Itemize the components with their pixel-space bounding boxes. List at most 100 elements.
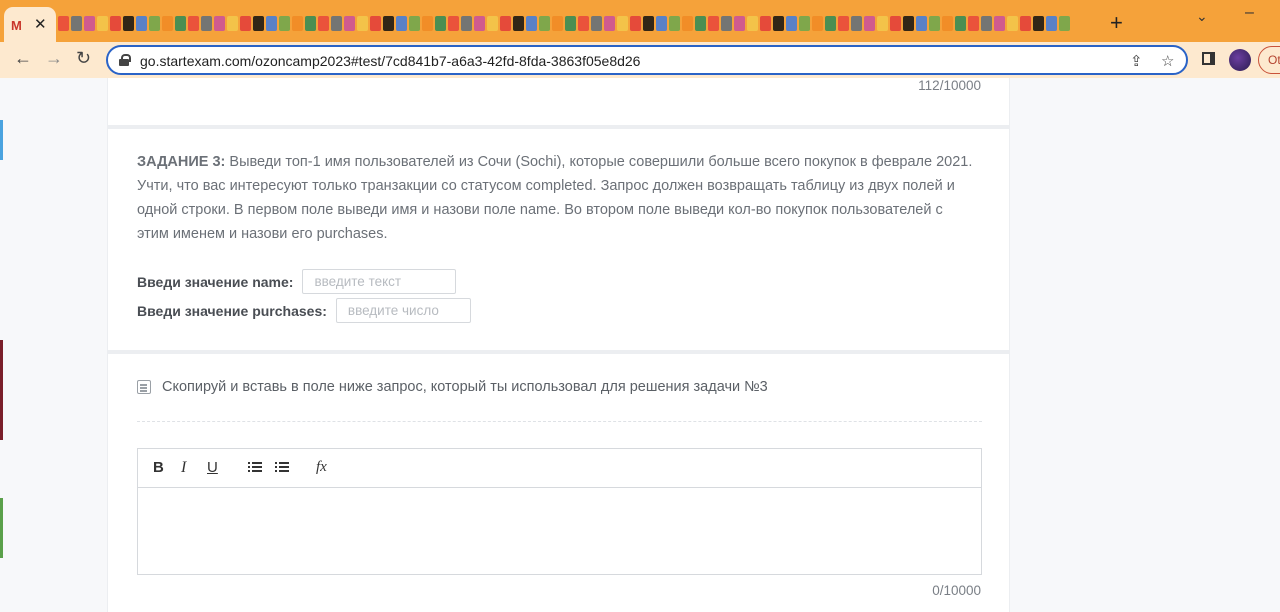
tab-favicon-icon[interactable] [435,16,446,31]
tab-favicon-icon[interactable] [760,16,771,31]
tab-favicon-icon[interactable] [383,16,394,31]
tab-favicon-icon[interactable] [981,16,992,31]
close-tab-icon[interactable]: ✕ [34,15,47,33]
tab-favicon-icon[interactable] [851,16,862,31]
tab-favicon-icon[interactable] [643,16,654,31]
tab-favicon-icon[interactable] [1059,16,1070,31]
tab-favicon-icon[interactable] [747,16,758,31]
tab-favicon-icon[interactable] [487,16,498,31]
tab-favicon-icon[interactable] [188,16,199,31]
tab-favicon-icon[interactable] [591,16,602,31]
tab-favicon-icon[interactable] [669,16,680,31]
tab-favicon-icon[interactable] [97,16,108,31]
tab-favicon-icon[interactable] [214,16,225,31]
tab-favicon-icon[interactable] [903,16,914,31]
tab-favicon-icon[interactable] [565,16,576,31]
lock-icon[interactable] [119,54,131,66]
bullet-list-button[interactable] [275,461,289,473]
tab-favicon-icon[interactable] [461,16,472,31]
tab-favicon-icon[interactable] [266,16,277,31]
minimize-icon[interactable]: – [1245,4,1254,22]
tab-favicon-icon[interactable] [331,16,342,31]
tab-favicon-icon[interactable] [162,16,173,31]
tab-favicon-icon[interactable] [916,16,927,31]
tab-favicon-icon[interactable] [84,16,95,31]
tab-favicon-icon[interactable] [240,16,251,31]
tab-favicon-icon[interactable] [526,16,537,31]
tab-favicon-icon[interactable] [279,16,290,31]
tab-favicon-icon[interactable] [1007,16,1018,31]
editor-text-area[interactable] [138,488,981,574]
tab-favicon-icon[interactable] [890,16,901,31]
tab-favicon-icon[interactable] [799,16,810,31]
formula-button[interactable]: fx [316,459,327,476]
underline-button[interactable]: U [207,459,218,476]
tab-favicon-icon[interactable] [994,16,1005,31]
forward-arrow-icon[interactable]: → [45,48,63,69]
pinned-tabs-favicons[interactable] [58,16,1070,32]
tab-favicon-icon[interactable] [448,16,459,31]
new-tab-icon[interactable]: + [1110,10,1123,36]
extension-button[interactable]: Ot [1258,46,1280,74]
tab-favicon-icon[interactable] [136,16,147,31]
tab-favicon-icon[interactable] [708,16,719,31]
active-tab[interactable]: M ✕ [4,7,56,42]
tab-favicon-icon[interactable] [929,16,940,31]
tab-favicon-icon[interactable] [838,16,849,31]
tab-favicon-icon[interactable] [539,16,550,31]
tab-favicon-icon[interactable] [201,16,212,31]
italic-button[interactable]: I [181,459,186,477]
tab-favicon-icon[interactable] [734,16,745,31]
tab-favicon-icon[interactable] [396,16,407,31]
tab-favicon-icon[interactable] [682,16,693,31]
tab-favicon-icon[interactable] [552,16,563,31]
tab-favicon-icon[interactable] [422,16,433,31]
reload-icon[interactable]: ↻ [76,48,91,69]
tab-favicon-icon[interactable] [786,16,797,31]
tab-favicon-icon[interactable] [227,16,238,31]
tab-favicon-icon[interactable] [149,16,160,31]
tab-favicon-icon[interactable] [253,16,264,31]
tab-favicon-icon[interactable] [370,16,381,31]
tab-favicon-icon[interactable] [500,16,511,31]
tab-favicon-icon[interactable] [305,16,316,31]
tab-favicon-icon[interactable] [825,16,836,31]
bold-button[interactable]: B [153,459,164,476]
tab-favicon-icon[interactable] [942,16,953,31]
tab-favicon-icon[interactable] [318,16,329,31]
profile-avatar[interactable] [1229,49,1251,71]
share-icon[interactable]: ⇪ [1130,52,1143,70]
side-panel-icon[interactable] [1202,52,1215,65]
tab-favicon-icon[interactable] [617,16,628,31]
ordered-list-button[interactable] [248,461,262,473]
tab-search-chevron-down-icon[interactable]: ⌄ [1196,8,1208,25]
tab-favicon-icon[interactable] [123,16,134,31]
tab-favicon-icon[interactable] [877,16,888,31]
tab-favicon-icon[interactable] [409,16,420,31]
tab-favicon-icon[interactable] [58,16,69,31]
purchases-input[interactable] [335,298,471,323]
tab-favicon-icon[interactable] [630,16,641,31]
tab-favicon-icon[interactable] [812,16,823,31]
tab-favicon-icon[interactable] [1020,16,1031,31]
tab-favicon-icon[interactable] [1046,16,1057,31]
tab-favicon-icon[interactable] [864,16,875,31]
name-input[interactable] [302,269,457,294]
tab-favicon-icon[interactable] [71,16,82,31]
tab-favicon-icon[interactable] [110,16,121,31]
tab-favicon-icon[interactable] [292,16,303,31]
tab-favicon-icon[interactable] [474,16,485,31]
tab-favicon-icon[interactable] [721,16,732,31]
tab-favicon-icon[interactable] [578,16,589,31]
tab-favicon-icon[interactable] [773,16,784,31]
address-bar[interactable]: go.startexam.com/ozoncamp2023#test/7cd84… [106,45,1188,75]
tab-favicon-icon[interactable] [968,16,979,31]
tab-favicon-icon[interactable] [1033,16,1044,31]
bookmark-star-icon[interactable]: ☆ [1161,52,1174,70]
tab-favicon-icon[interactable] [695,16,706,31]
tab-favicon-icon[interactable] [513,16,524,31]
tab-favicon-icon[interactable] [604,16,615,31]
tab-favicon-icon[interactable] [656,16,667,31]
url-text[interactable]: go.startexam.com/ozoncamp2023#test/7cd84… [140,53,640,69]
back-arrow-icon[interactable]: ← [14,48,32,69]
